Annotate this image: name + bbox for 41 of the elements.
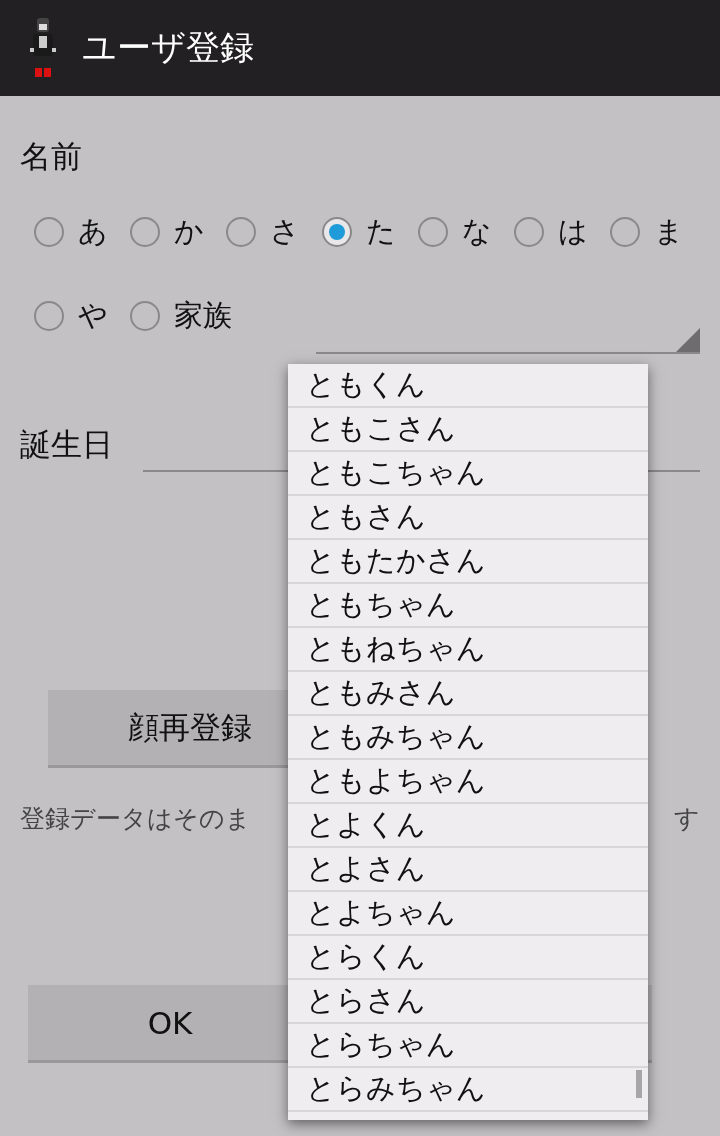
dropdown-item[interactable]: とよちゃん xyxy=(288,892,648,936)
radio-button[interactable] xyxy=(34,301,64,331)
radio-label: 家族 xyxy=(174,297,232,334)
radio-label: な xyxy=(462,213,492,250)
radio-button[interactable] xyxy=(34,217,64,247)
radio-button[interactable] xyxy=(418,217,448,247)
dropdown-item[interactable]: ともねちゃん xyxy=(288,628,648,672)
dropdown-item[interactable]: ともこちゃん xyxy=(288,452,648,496)
radio-label: は xyxy=(558,213,588,250)
dropdown-item[interactable]: ともくん xyxy=(288,364,648,408)
dropdown-item[interactable]: ともみさん xyxy=(288,672,648,716)
dropdown-item[interactable]: ともみちゃん xyxy=(288,716,648,760)
radio-label: ま xyxy=(654,213,684,250)
dropdown-item[interactable]: とよさん xyxy=(288,848,648,892)
radio-button[interactable] xyxy=(130,301,160,331)
radio-label: さ xyxy=(270,213,300,250)
radio-label: か xyxy=(174,213,204,250)
name-label: 名前 xyxy=(20,137,82,176)
radio-button[interactable] xyxy=(226,217,256,247)
radio-button[interactable] xyxy=(322,217,352,247)
app-title: ユーザ登録 xyxy=(82,26,254,69)
dropdown-item[interactable]: とらくん xyxy=(288,936,648,980)
radio-label: あ xyxy=(78,213,108,250)
dropdown-item[interactable]: ともよちゃん xyxy=(288,760,648,804)
radio-button[interactable] xyxy=(514,217,544,247)
dropdown-item[interactable]: ともさん xyxy=(288,496,648,540)
dropdown-item[interactable]: ともこさん xyxy=(288,408,648,452)
note-text: す xyxy=(674,803,700,835)
dropdown-item[interactable]: とらちゃん xyxy=(288,1024,648,1068)
dropdown-item[interactable]: とよくん xyxy=(288,804,648,848)
dropdown-item[interactable]: とらさん xyxy=(288,980,648,1024)
scrollbar xyxy=(636,1070,642,1098)
birthday-label: 誕生日 xyxy=(20,425,113,464)
note-text: 登録データはそのま xyxy=(20,803,251,835)
radio-button[interactable] xyxy=(130,217,160,247)
dropdown-item[interactable]: ともちゃん xyxy=(288,584,648,628)
robot-icon xyxy=(30,18,56,78)
radio-button[interactable] xyxy=(610,217,640,247)
radio-label: た xyxy=(366,213,396,250)
dropdown-item[interactable]: ともたかさん xyxy=(288,540,648,584)
radio-label: や xyxy=(78,297,108,334)
